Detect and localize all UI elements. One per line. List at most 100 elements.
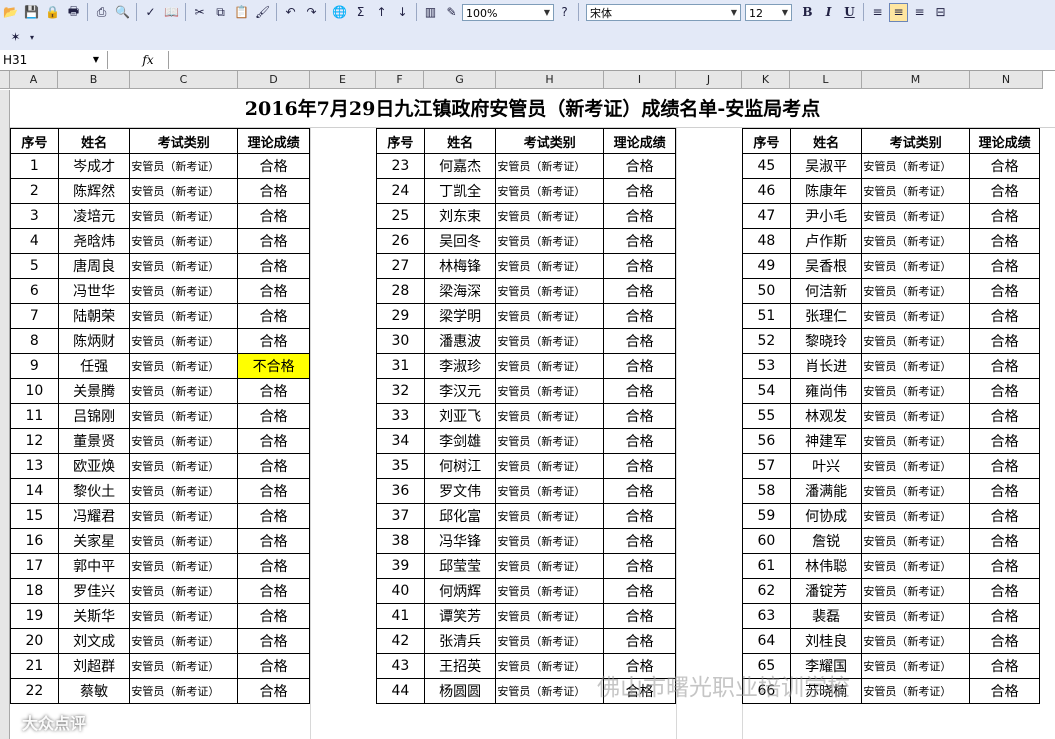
cell-category[interactable]: 安管员（新考证）: [861, 203, 971, 229]
cell-name[interactable]: 吕锦刚: [57, 403, 131, 429]
cell-score[interactable]: 合格: [603, 628, 676, 654]
cell-name[interactable]: 邱莹莹: [423, 553, 497, 579]
cell-score[interactable]: 合格: [237, 528, 310, 554]
cell-no[interactable]: 61: [742, 553, 791, 579]
cell-score[interactable]: 合格: [237, 378, 310, 404]
cell-no[interactable]: 64: [742, 628, 791, 654]
cell-score[interactable]: 合格: [237, 428, 310, 454]
cell-category[interactable]: 安管员（新考证）: [861, 378, 971, 404]
header-no[interactable]: 序号: [742, 128, 791, 154]
cell-name[interactable]: 邱化富: [423, 503, 497, 529]
cell-name[interactable]: 黎伙土: [57, 478, 131, 504]
cell-name[interactable]: 雍尚伟: [789, 378, 863, 404]
cell-score[interactable]: 合格: [603, 453, 676, 479]
cell-score[interactable]: 合格: [603, 353, 676, 379]
header-score[interactable]: 理论成绩: [969, 128, 1040, 154]
cell-category[interactable]: 安管员（新考证）: [129, 453, 239, 479]
cell-score[interactable]: 合格: [237, 603, 310, 629]
cell-score[interactable]: 合格: [969, 478, 1040, 504]
column-header-i[interactable]: I: [604, 71, 676, 89]
cell-name[interactable]: 何嘉杰: [423, 153, 497, 179]
header-score[interactable]: 理论成绩: [237, 128, 310, 154]
cell-category[interactable]: 安管员（新考证）: [861, 353, 971, 379]
header-name[interactable]: 姓名: [57, 128, 131, 154]
cell-score[interactable]: 合格: [603, 603, 676, 629]
cell-name[interactable]: 罗文伟: [423, 478, 497, 504]
cell-category[interactable]: 安管员（新考证）: [861, 553, 971, 579]
cell-name[interactable]: 蔡敏: [57, 678, 131, 704]
cell-no[interactable]: 15: [10, 503, 59, 529]
cell-no[interactable]: 21: [10, 653, 59, 679]
cell-no[interactable]: 55: [742, 403, 791, 429]
cell-score[interactable]: 合格: [237, 578, 310, 604]
cell-score[interactable]: 合格: [969, 203, 1040, 229]
select-all-corner[interactable]: [0, 71, 10, 89]
header-category[interactable]: 考试类别: [129, 128, 239, 154]
cell-name[interactable]: 陈辉然: [57, 178, 131, 204]
cell-name[interactable]: 林观发: [789, 403, 863, 429]
cell-category[interactable]: 安管员（新考证）: [129, 603, 239, 629]
cell-no[interactable]: 36: [376, 478, 425, 504]
redo-icon[interactable]: ↷: [302, 3, 321, 22]
merge-center-icon[interactable]: ⊟: [931, 3, 950, 22]
cell-score[interactable]: 合格: [969, 628, 1040, 654]
cell-category[interactable]: 安管员（新考证）: [861, 503, 971, 529]
cell-category[interactable]: 安管员（新考证）: [861, 303, 971, 329]
cell-score[interactable]: 合格: [237, 403, 310, 429]
cell-category[interactable]: 安管员（新考证）: [861, 228, 971, 254]
cell-score[interactable]: 合格: [969, 553, 1040, 579]
cell-score[interactable]: 合格: [969, 453, 1040, 479]
cell-no[interactable]: 11: [10, 403, 59, 429]
cell-category[interactable]: 安管员（新考证）: [495, 528, 605, 554]
cell-category[interactable]: 安管员（新考证）: [129, 578, 239, 604]
undo-icon[interactable]: ↶: [281, 3, 300, 22]
print-preview-icon[interactable]: 🖶: [64, 3, 83, 22]
header-score[interactable]: 理论成绩: [603, 128, 676, 154]
cell-score[interactable]: 不合格: [237, 353, 310, 379]
cell-name[interactable]: 刘超群: [57, 653, 131, 679]
cell-no[interactable]: 46: [742, 178, 791, 204]
cell-name[interactable]: 何树江: [423, 453, 497, 479]
cut-icon[interactable]: ✂: [190, 3, 209, 22]
cell-category[interactable]: 安管员（新考证）: [129, 678, 239, 704]
cell-category[interactable]: 安管员（新考证）: [861, 278, 971, 304]
chevron-down-icon[interactable]: ▼: [779, 5, 791, 20]
cell-no[interactable]: 26: [376, 228, 425, 254]
cell-score[interactable]: 合格: [603, 153, 676, 179]
cell-no[interactable]: 5: [10, 253, 59, 279]
cell-category[interactable]: 安管员（新考证）: [495, 403, 605, 429]
cell-no[interactable]: 19: [10, 603, 59, 629]
column-header-l[interactable]: L: [790, 71, 862, 89]
cell-no[interactable]: 39: [376, 553, 425, 579]
cell-category[interactable]: 安管员（新考证）: [861, 678, 971, 704]
toolbar-options-icon[interactable]: ▾: [27, 28, 37, 47]
cell-name[interactable]: 丁凯全: [423, 178, 497, 204]
cell-category[interactable]: 安管员（新考证）: [495, 328, 605, 354]
cell-score[interactable]: 合格: [237, 503, 310, 529]
cell-no[interactable]: 23: [376, 153, 425, 179]
cell-name[interactable]: 吴淑平: [789, 153, 863, 179]
cell-name[interactable]: 凌培元: [57, 203, 131, 229]
cell-category[interactable]: 安管员（新考证）: [495, 278, 605, 304]
cell-name[interactable]: 梁学明: [423, 303, 497, 329]
cell-category[interactable]: 安管员（新考证）: [861, 178, 971, 204]
cell-score[interactable]: 合格: [603, 553, 676, 579]
cell-score[interactable]: 合格: [237, 178, 310, 204]
cell-name[interactable]: 尹小毛: [789, 203, 863, 229]
cell-name[interactable]: 刘文成: [57, 628, 131, 654]
cell-no[interactable]: 43: [376, 653, 425, 679]
cell-name[interactable]: 吴香根: [789, 253, 863, 279]
cell-score[interactable]: 合格: [237, 628, 310, 654]
cell-name[interactable]: 王招英: [423, 653, 497, 679]
cell-name[interactable]: 何协成: [789, 503, 863, 529]
cell-name[interactable]: 罗佳兴: [57, 578, 131, 604]
cell-no[interactable]: 8: [10, 328, 59, 354]
sort-ascending-icon[interactable]: ↑: [372, 3, 391, 22]
cell-name[interactable]: 张清兵: [423, 628, 497, 654]
permission-icon[interactable]: 🔒: [43, 3, 62, 22]
cell-score[interactable]: 合格: [237, 678, 310, 704]
cell-score[interactable]: 合格: [603, 228, 676, 254]
cell-score[interactable]: 合格: [237, 278, 310, 304]
print-icon[interactable]: ⎙: [92, 3, 111, 22]
cell-no[interactable]: 17: [10, 553, 59, 579]
